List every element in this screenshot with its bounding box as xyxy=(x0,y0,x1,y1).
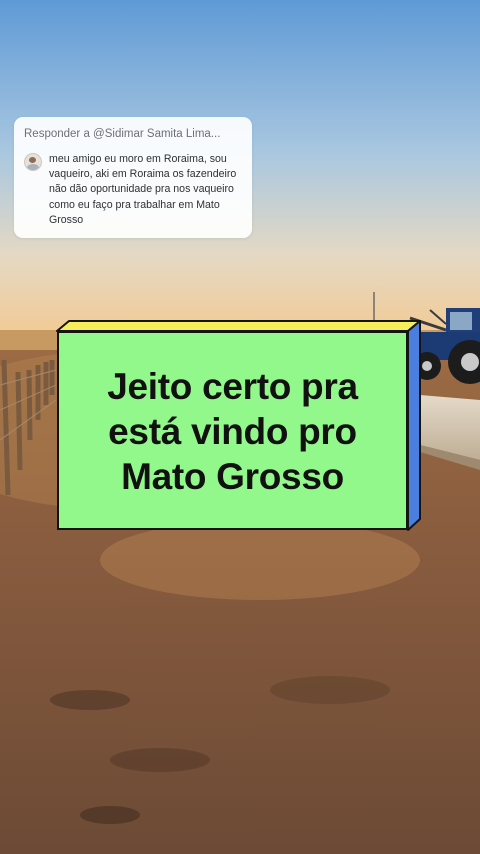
avatar xyxy=(24,153,42,171)
caption-face: Jeito certo pra está vindo pro Mato Gros… xyxy=(57,331,408,530)
reply-comment-row: meu amigo eu moro em Roraima, sou vaquei… xyxy=(24,152,242,228)
caption-box: Jeito certo pra está vindo pro Mato Gros… xyxy=(56,320,421,531)
reply-comment-text: meu amigo eu moro em Roraima, sou vaquei… xyxy=(49,153,237,226)
caption-line-2: está vindo pro xyxy=(108,411,357,452)
reply-header: Responder a @Sidimar Samita Lima... xyxy=(24,128,221,140)
caption-line-3: Mato Grosso xyxy=(121,456,344,497)
caption-text: Jeito certo pra está vindo pro Mato Gros… xyxy=(107,362,358,499)
reply-comment-card[interactable]: Responder a @Sidimar Samita Lima... meu … xyxy=(14,117,252,238)
caption-line-1: Jeito certo pra xyxy=(107,366,358,407)
